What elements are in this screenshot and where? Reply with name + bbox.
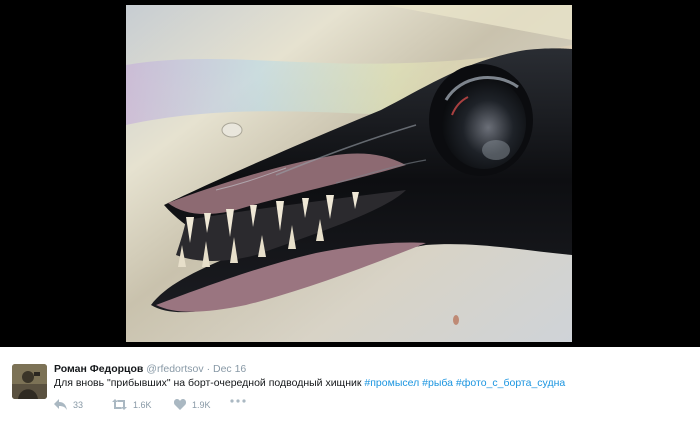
tweet-text: Для вновь "прибывших" на борт-очередной …: [54, 377, 565, 389]
tweet-date[interactable]: Dec 16: [213, 363, 246, 375]
reply-button[interactable]: 33: [54, 399, 83, 410]
tweet-photo[interactable]: [126, 5, 572, 342]
like-button[interactable]: 1.9K: [174, 399, 211, 410]
tweet-text-body: Для вновь "прибывших" на борт-очередной …: [54, 377, 365, 389]
hashtag-fish[interactable]: #рыба: [422, 377, 453, 389]
tweet-card: Роман Федорцов @rfedortsov · Dec 16 Для …: [0, 347, 700, 423]
more-icon: [230, 399, 246, 403]
retweet-icon: [112, 399, 127, 410]
like-count: 1.9K: [192, 399, 211, 410]
retweet-button[interactable]: 1.6K: [112, 399, 152, 410]
reply-icon: [54, 399, 67, 410]
author-name[interactable]: Роман Федорцов: [54, 363, 143, 375]
tweet-header: Роман Федорцов @rfedortsov · Dec 16: [54, 363, 246, 375]
more-button[interactable]: [230, 399, 246, 403]
media-viewer: [0, 0, 700, 347]
hashtag-fishing[interactable]: #промысел: [364, 377, 419, 389]
heart-icon: [174, 399, 186, 410]
author-handle[interactable]: @rfedortsov: [146, 363, 203, 375]
header-separator: ·: [206, 363, 211, 375]
hashtag-photo-from-ship[interactable]: #фото_с_борта_судна: [456, 377, 565, 389]
retweet-count: 1.6K: [133, 399, 152, 410]
avatar[interactable]: [12, 364, 47, 399]
reply-count: 33: [73, 399, 84, 410]
